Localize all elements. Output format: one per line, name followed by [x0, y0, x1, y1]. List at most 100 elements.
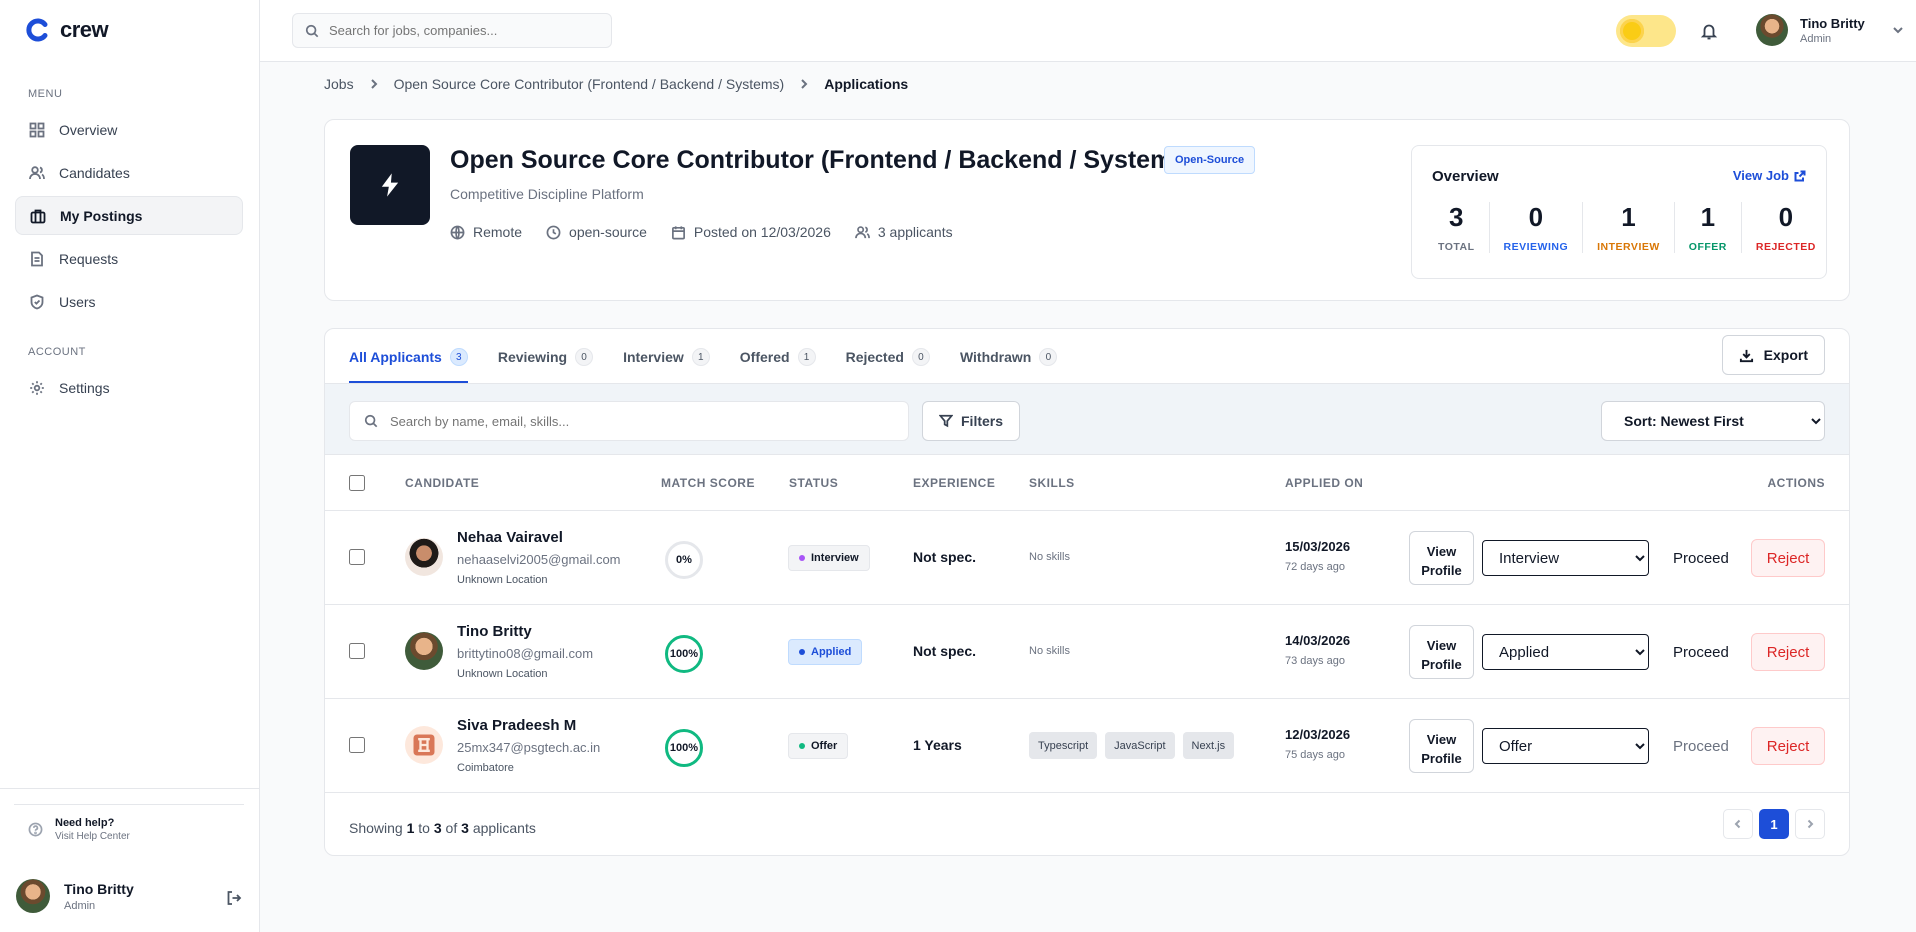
job-location-text: Remote: [473, 224, 523, 240]
global-search[interactable]: [292, 13, 612, 48]
status-text: Offer: [811, 740, 838, 752]
job-posted: Posted on 12/03/2026: [671, 224, 831, 240]
job-posted-text: Posted on 12/03/2026: [693, 224, 831, 240]
filters-label: Filters: [961, 413, 1004, 429]
external-link-icon: [1794, 170, 1806, 181]
sidebar-divider: [0, 788, 260, 789]
applied-date: 14/03/2026: [1285, 633, 1351, 648]
sidebar-item-label: Settings: [59, 379, 110, 396]
candidate-name[interactable]: Siva Pradeesh M: [457, 717, 576, 734]
table-header: CANDIDATE MATCH SCORE STATUS EXPERIENCE …: [325, 455, 1849, 511]
row-checkbox[interactable]: [349, 737, 365, 753]
crew-logo-icon: [26, 18, 48, 42]
export-button[interactable]: Export: [1721, 335, 1825, 375]
summary-of-word: of: [445, 820, 458, 836]
reject-button[interactable]: Reject: [1751, 727, 1825, 765]
sidebar-item-overview[interactable]: Overview: [15, 110, 243, 149]
menu-section-label: MENU: [28, 88, 63, 100]
sidebar-item-candidates[interactable]: Candidates: [15, 153, 243, 192]
sidebar-item-settings[interactable]: Settings: [15, 368, 243, 407]
candidate-name[interactable]: Nehaa Vairavel: [457, 529, 563, 546]
tab-all-applicants[interactable]: All Applicants 3: [349, 329, 468, 383]
brand-logo[interactable]: crew: [26, 17, 109, 43]
match-score: 100%: [665, 729, 703, 767]
status-select[interactable]: Interview: [1482, 540, 1649, 576]
filters-button[interactable]: Filters: [922, 401, 1021, 441]
sidebar-user-name: Tino Britty: [64, 880, 134, 897]
chevron-left-icon: [1734, 819, 1741, 829]
prev-page-button[interactable]: [1723, 809, 1753, 839]
chevron-right-icon: [370, 79, 377, 89]
help-subtitle: Visit Help Center: [55, 831, 130, 842]
experience: 1 Years: [913, 737, 962, 753]
tab-rejected[interactable]: Rejected 0: [846, 329, 930, 383]
breadcrumb-job[interactable]: Open Source Core Contributor (Frontend /…: [394, 76, 785, 92]
view-profile-label-2: Profile: [1421, 751, 1462, 766]
reject-button[interactable]: Reject: [1751, 539, 1825, 577]
results-summary: Showing 1 to 3 of 3 applicants: [349, 820, 536, 836]
sidebar-item-my-postings[interactable]: My Postings: [15, 196, 243, 235]
stat-value: 1: [1700, 202, 1716, 232]
gear-icon: [30, 380, 44, 395]
stat-label: REJECTED: [1755, 241, 1816, 253]
match-score: 100%: [665, 635, 703, 673]
tab-interview[interactable]: Interview 1: [623, 329, 710, 383]
column-status[interactable]: STATUS: [789, 476, 838, 490]
row-checkbox[interactable]: [349, 549, 365, 565]
logout-icon[interactable]: [226, 890, 242, 906]
reject-button[interactable]: Reject: [1751, 633, 1825, 671]
view-profile-button[interactable]: View Profile: [1409, 719, 1474, 773]
applicant-search[interactable]: [349, 401, 909, 441]
proceed-button[interactable]: Proceed: [1673, 738, 1729, 755]
sidebar-item-requests[interactable]: Requests: [15, 239, 243, 278]
summary-pre: Showing: [349, 820, 403, 836]
sort-select[interactable]: Sort: Newest First: [1601, 401, 1825, 441]
filter-bar: Filters Sort: Newest First: [325, 383, 1849, 455]
breadcrumb-jobs[interactable]: Jobs: [324, 76, 354, 92]
user-menu[interactable]: Tino Britty Admin: [1756, 14, 1905, 46]
stat-rejected: 0 REJECTED: [1742, 202, 1830, 253]
view-profile-button[interactable]: View Profile: [1409, 625, 1474, 679]
status-text: Applied: [811, 646, 852, 658]
applied-ago: 75 days ago: [1285, 749, 1345, 761]
column-applied-on[interactable]: APPLIED ON: [1285, 476, 1363, 490]
experience: Not spec.: [913, 643, 977, 659]
proceed-button[interactable]: Proceed: [1673, 644, 1729, 661]
overview-title: Overview: [1432, 168, 1499, 185]
status-select[interactable]: Applied: [1482, 634, 1649, 670]
column-experience[interactable]: EXPERIENCE: [913, 476, 995, 490]
topbar-user-name: Tino Britty: [1800, 15, 1865, 31]
table-row: Tino Britty brittytino08@gmail.com Unkno…: [325, 605, 1849, 699]
table-row: Nehaa Vairavel nehaaselvi2005@gmail.com …: [325, 511, 1849, 605]
company-name: Competitive Discipline Platform: [450, 186, 644, 202]
help-center-link[interactable]: Need help? Visit Help Center: [14, 804, 244, 854]
view-profile-label-1: View: [1426, 638, 1457, 653]
tab-label: Withdrawn: [959, 349, 1032, 365]
row-checkbox[interactable]: [349, 643, 365, 659]
view-profile-button[interactable]: View Profile: [1409, 531, 1474, 585]
match-score: 0%: [665, 541, 703, 579]
status-select[interactable]: Offer: [1482, 728, 1649, 764]
proceed-button[interactable]: Proceed: [1673, 550, 1729, 567]
status-badge: Offer: [788, 733, 849, 759]
column-match-score[interactable]: MATCH SCORE: [661, 476, 755, 490]
column-candidate[interactable]: CANDIDATE: [405, 476, 479, 490]
job-logo: [350, 145, 430, 225]
view-job-link[interactable]: View Job: [1733, 168, 1806, 183]
theme-toggle[interactable]: [1616, 15, 1676, 47]
experience: Not spec.: [913, 549, 977, 565]
applicant-search-input[interactable]: [390, 413, 890, 429]
candidate-name[interactable]: Tino Britty: [457, 623, 532, 640]
tab-reviewing[interactable]: Reviewing 0: [498, 329, 594, 383]
sidebar-item-users[interactable]: Users: [15, 282, 243, 321]
table-row: Siva Pradeesh M 25mx347@psgtech.ac.in Co…: [325, 699, 1849, 793]
bell-icon[interactable]: [1700, 22, 1718, 40]
tab-withdrawn[interactable]: Withdrawn 0: [959, 329, 1058, 383]
global-search-input[interactable]: [329, 23, 599, 38]
select-all-checkbox[interactable]: [349, 475, 365, 491]
next-page-button[interactable]: [1795, 809, 1825, 839]
export-label: Export: [1763, 347, 1808, 363]
tab-offered[interactable]: Offered 1: [740, 329, 816, 383]
page-button-current[interactable]: 1: [1759, 809, 1789, 839]
candidate-email: 25mx347@psgtech.ac.in: [457, 740, 601, 755]
